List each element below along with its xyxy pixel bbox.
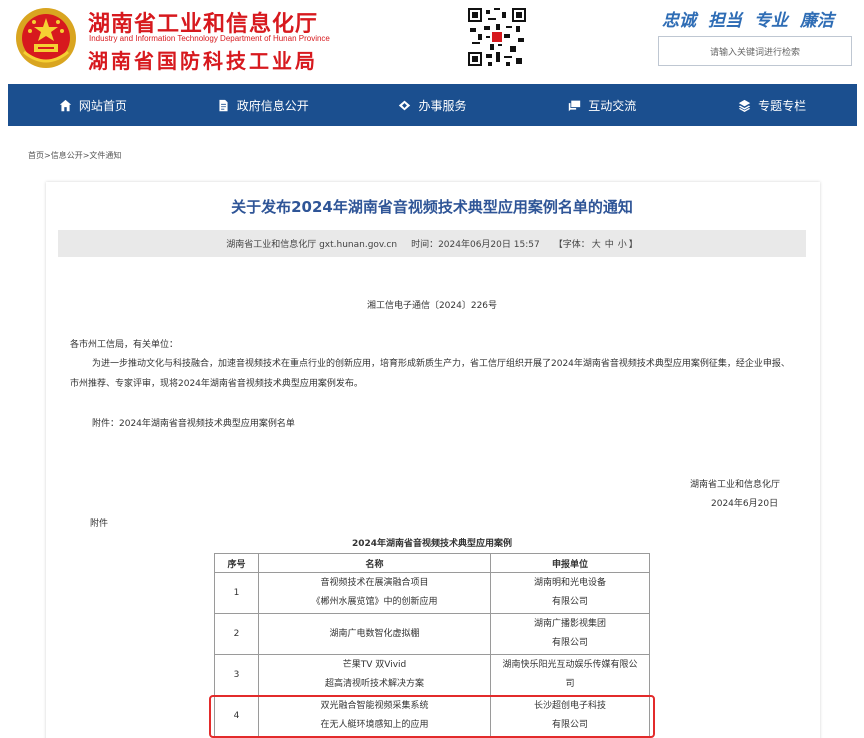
article-meta: 湖南省工业和信息化厅 gxt.hunan.gov.cn 时间： 2024年06月… bbox=[58, 230, 806, 257]
row-unit-line: 湖南广播影视集团 bbox=[533, 619, 606, 629]
font-size-medium[interactable]: 中 bbox=[605, 237, 614, 250]
article-attachment-line: 附件：2024年湖南省音视频技术典型应用案例名单 bbox=[92, 419, 295, 429]
row-unit-line: 有限公司 bbox=[551, 638, 588, 648]
highlight-box bbox=[209, 695, 655, 738]
column-header-unit: 申报单位 bbox=[490, 553, 650, 573]
font-size-label-end: 】 bbox=[628, 240, 638, 250]
slogan-word: 专业 bbox=[754, 11, 788, 31]
column-header-index: 序号 bbox=[214, 553, 259, 573]
national-emblem-icon bbox=[16, 8, 76, 68]
nav-item-gov-info[interactable]: 政府信息公开 bbox=[178, 84, 348, 126]
breadcrumb-info[interactable]: 信息公开 bbox=[51, 151, 83, 160]
table-row: 2 湖南广电数智化虚拟棚 湖南广播影视集团 有限公司 bbox=[214, 613, 650, 655]
nav-item-home[interactable]: 网站首页 bbox=[8, 84, 178, 126]
main-nav: 网站首页 政府信息公开 办事服务 互动交流 专题专栏 bbox=[8, 84, 857, 126]
row-name-line: 超高清视听技术解决方案 bbox=[324, 679, 424, 689]
font-size-large[interactable]: 大 bbox=[592, 237, 601, 250]
nav-item-special-topics[interactable]: 专题专栏 bbox=[687, 84, 857, 126]
home-icon bbox=[59, 99, 72, 111]
row-unit-line: 有限公司 bbox=[551, 597, 588, 607]
breadcrumb-home[interactable]: 首页 bbox=[28, 151, 44, 160]
slogan: 忠诚 担当 专业 廉洁 bbox=[662, 6, 834, 31]
row-name: 音视频技术在展演融合项目 《郴州水展览馆》中的创新应用 bbox=[258, 572, 491, 614]
article-greeting: 各市州工信局，有关单位： bbox=[70, 340, 179, 350]
table-row: 3 芒果TV 双Vivid 超高清视听技术解决方案 湖南快乐阳光互动娱乐传媒有限公… bbox=[214, 654, 650, 696]
row-name: 芒果TV 双Vivid 超高清视听技术解决方案 bbox=[258, 654, 491, 696]
chat-icon bbox=[569, 100, 581, 111]
slogan-word: 忠诚 bbox=[662, 11, 696, 31]
row-index: 1 bbox=[214, 572, 259, 614]
site-header: 湖南省工业和信息化厅 Industry and Information Tech… bbox=[0, 0, 864, 84]
search-input[interactable]: 请输入关键词进行检索 bbox=[658, 36, 852, 66]
font-size-label: 【字体： bbox=[553, 240, 590, 250]
row-name-line: 《郴州水展览馆》中的创新应用 bbox=[311, 597, 438, 607]
slogan-word: 廉洁 bbox=[800, 11, 834, 31]
nav-label: 网站首页 bbox=[78, 98, 127, 113]
row-unit: 湖南明和光电设备 有限公司 bbox=[490, 572, 650, 614]
row-name-line: 音视频技术在展演融合项目 bbox=[320, 578, 429, 588]
row-unit: 湖南快乐阳光互动娱乐传媒有限公司 bbox=[490, 654, 650, 696]
row-name-line: 湖南广电数智化虚拟棚 bbox=[329, 628, 420, 639]
font-size-small[interactable]: 小 bbox=[618, 237, 627, 250]
nav-label: 政府信息公开 bbox=[236, 98, 309, 113]
row-unit-line: 司 bbox=[565, 679, 575, 689]
row-unit: 湖南广播影视集团 有限公司 bbox=[490, 613, 650, 655]
document-number: 湘工信电子通信〔2024〕226号 bbox=[366, 301, 498, 311]
nav-label: 专题专栏 bbox=[758, 98, 807, 113]
article-time: 2024年06月20日 15:57 bbox=[438, 240, 540, 250]
qr-code-icon bbox=[468, 8, 526, 66]
table-row: 1 音视频技术在展演融合项目 《郴州水展览馆》中的创新应用 湖南明和光电设备 有限公… bbox=[214, 572, 650, 614]
row-unit-line: 湖南明和光电设备 bbox=[533, 578, 606, 588]
signature-organization: 湖南省工业和信息化厅 bbox=[690, 480, 781, 490]
breadcrumb-separator: > bbox=[44, 151, 51, 160]
table-header-row: 序号 名称 申报单位 bbox=[214, 553, 650, 573]
row-name-line: 芒果TV 双Vivid bbox=[342, 660, 407, 670]
column-header-name: 名称 bbox=[258, 553, 491, 573]
nav-label: 互动交流 bbox=[588, 98, 637, 113]
nav-item-interaction[interactable]: 互动交流 bbox=[517, 84, 687, 126]
breadcrumb: 首页>信息公开>文件通知 bbox=[28, 150, 121, 161]
signature-date: 2024年6月20日 bbox=[711, 499, 779, 509]
site-title-secondary: 湖南省国防科技工业局 bbox=[88, 49, 318, 73]
breadcrumb-notices[interactable]: 文件通知 bbox=[89, 151, 121, 160]
article-title: 关于发布2024年湖南省音视频技术典型应用案例名单的通知 bbox=[231, 198, 633, 216]
article-time-label: 时间： bbox=[411, 240, 439, 250]
row-index: 2 bbox=[214, 613, 259, 655]
nav-item-services[interactable]: 办事服务 bbox=[348, 84, 518, 126]
row-unit-line: 湖南快乐阳光互动娱乐传媒有限公 bbox=[502, 660, 638, 670]
row-name: 湖南广电数智化虚拟棚 bbox=[258, 613, 491, 655]
site-title-english: Industry and Information Technology Depa… bbox=[89, 34, 330, 43]
document-icon bbox=[219, 99, 228, 111]
service-icon bbox=[399, 100, 411, 110]
slogan-word: 担当 bbox=[708, 11, 742, 31]
article-source: 湖南省工业和信息化厅 gxt.hunan.gov.cn bbox=[226, 240, 398, 250]
row-index: 3 bbox=[214, 654, 259, 696]
table-title: 2024年湖南省音视频技术典型应用案例 bbox=[351, 539, 513, 549]
attachment-label: 附件 bbox=[90, 519, 109, 529]
nav-label: 办事服务 bbox=[418, 98, 467, 113]
article-body: 为进一步推动文化与科技融合，加速音视频技术在重点行业的创新应用，培育形成新质生产… bbox=[70, 359, 790, 389]
layers-icon bbox=[738, 99, 751, 112]
